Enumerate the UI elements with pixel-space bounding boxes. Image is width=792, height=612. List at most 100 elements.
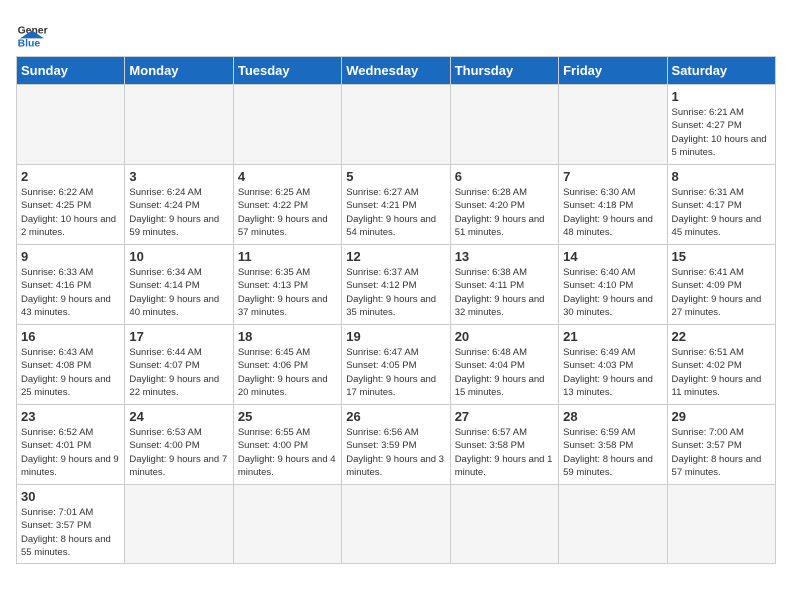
day-info: Sunrise: 6:52 AM Sunset: 4:01 PM Dayligh…: [21, 426, 120, 479]
weekday-header-monday: Monday: [125, 57, 233, 85]
calendar-cell: 21 Sunrise: 6:49 AM Sunset: 4:03 PM Dayli…: [559, 325, 667, 405]
calendar-cell: 9 Sunrise: 6:33 AM Sunset: 4:16 PM Daylig…: [17, 245, 125, 325]
calendar-cell: [559, 85, 667, 165]
day-number: 30: [21, 489, 120, 504]
logo: General Blue: [16, 16, 48, 48]
calendar-cell: 22 Sunrise: 6:51 AM Sunset: 4:02 PM Dayli…: [667, 325, 775, 405]
calendar-cell: [342, 485, 450, 564]
calendar-cell: [125, 485, 233, 564]
calendar-cell: 30Sunrise: 7:01 AM Sunset: 3:57 PM Dayli…: [17, 485, 125, 564]
calendar-cell: 8 Sunrise: 6:31 AM Sunset: 4:17 PM Daylig…: [667, 165, 775, 245]
day-info: Sunrise: 6:53 AM Sunset: 4:00 PM Dayligh…: [129, 426, 228, 479]
calendar-cell: 18 Sunrise: 6:45 AM Sunset: 4:06 PM Dayli…: [233, 325, 341, 405]
calendar-cell: 12Sunrise: 6:37 AM Sunset: 4:12 PM Dayli…: [342, 245, 450, 325]
calendar-table: SundayMondayTuesdayWednesdayThursdayFrid…: [16, 56, 776, 564]
calendar-cell: [342, 85, 450, 165]
calendar-cell: 2Sunrise: 6:22 AM Sunset: 4:25 PM Daylig…: [17, 165, 125, 245]
day-number: 4: [238, 169, 337, 184]
calendar-cell: 1 Sunrise: 6:21 AM Sunset: 4:27 PM Daylig…: [667, 85, 775, 165]
day-info: Sunrise: 6:27 AM Sunset: 4:21 PM Dayligh…: [346, 186, 445, 239]
calendar-cell: [233, 85, 341, 165]
calendar-week-0: 1 Sunrise: 6:21 AM Sunset: 4:27 PM Daylig…: [17, 85, 776, 165]
day-number: 24: [129, 409, 228, 424]
day-number: 29: [672, 409, 771, 424]
calendar-cell: 17 Sunrise: 6:44 AM Sunset: 4:07 PM Dayli…: [125, 325, 233, 405]
weekday-header-saturday: Saturday: [667, 57, 775, 85]
calendar-cell: 28Sunrise: 6:59 AM Sunset: 3:58 PM Dayli…: [559, 405, 667, 485]
day-info: Sunrise: 6:56 AM Sunset: 3:59 PM Dayligh…: [346, 426, 445, 479]
svg-text:Blue: Blue: [18, 38, 41, 48]
day-number: 15: [672, 249, 771, 264]
day-number: 6: [455, 169, 554, 184]
day-info: Sunrise: 6:57 AM Sunset: 3:58 PM Dayligh…: [455, 426, 554, 479]
day-number: 23: [21, 409, 120, 424]
calendar-cell: [667, 485, 775, 564]
day-number: 22: [672, 329, 771, 344]
day-info: Sunrise: 6:21 AM Sunset: 4:27 PM Dayligh…: [672, 106, 771, 159]
calendar-cell: 25Sunrise: 6:55 AM Sunset: 4:00 PM Dayli…: [233, 405, 341, 485]
calendar-cell: 6 Sunrise: 6:28 AM Sunset: 4:20 PM Daylig…: [450, 165, 558, 245]
calendar-cell: [450, 485, 558, 564]
day-info: Sunrise: 6:41 AM Sunset: 4:09 PM Dayligh…: [672, 266, 771, 319]
day-number: 19: [346, 329, 445, 344]
calendar-cell: 26 Sunrise: 6:56 AM Sunset: 3:59 PM Dayli…: [342, 405, 450, 485]
day-number: 18: [238, 329, 337, 344]
calendar-cell: 24 Sunrise: 6:53 AM Sunset: 4:00 PM Dayli…: [125, 405, 233, 485]
day-number: 1: [672, 89, 771, 104]
day-info: Sunrise: 6:33 AM Sunset: 4:16 PM Dayligh…: [21, 266, 120, 319]
calendar-cell: 19 Sunrise: 6:47 AM Sunset: 4:05 PM Dayli…: [342, 325, 450, 405]
day-info: Sunrise: 6:30 AM Sunset: 4:18 PM Dayligh…: [563, 186, 662, 239]
day-info: Sunrise: 6:31 AM Sunset: 4:17 PM Dayligh…: [672, 186, 771, 239]
day-info: Sunrise: 6:40 AM Sunset: 4:10 PM Dayligh…: [563, 266, 662, 319]
calendar-cell: [125, 85, 233, 165]
day-number: 16: [21, 329, 120, 344]
day-number: 17: [129, 329, 228, 344]
weekday-header-wednesday: Wednesday: [342, 57, 450, 85]
weekday-header-tuesday: Tuesday: [233, 57, 341, 85]
day-info: Sunrise: 6:22 AM Sunset: 4:25 PM Dayligh…: [21, 186, 120, 239]
day-number: 27: [455, 409, 554, 424]
day-number: 9: [21, 249, 120, 264]
calendar-cell: 3Sunrise: 6:24 AM Sunset: 4:24 PM Daylig…: [125, 165, 233, 245]
weekday-header-thursday: Thursday: [450, 57, 558, 85]
day-number: 13: [455, 249, 554, 264]
day-number: 14: [563, 249, 662, 264]
calendar-cell: 4 Sunrise: 6:25 AM Sunset: 4:22 PM Daylig…: [233, 165, 341, 245]
day-number: 10: [129, 249, 228, 264]
day-info: Sunrise: 6:55 AM Sunset: 4:00 PM Dayligh…: [238, 426, 337, 479]
day-info: Sunrise: 6:45 AM Sunset: 4:06 PM Dayligh…: [238, 346, 337, 399]
calendar-cell: 5Sunrise: 6:27 AM Sunset: 4:21 PM Daylig…: [342, 165, 450, 245]
day-info: Sunrise: 6:49 AM Sunset: 4:03 PM Dayligh…: [563, 346, 662, 399]
day-number: 8: [672, 169, 771, 184]
weekday-header-row: SundayMondayTuesdayWednesdayThursdayFrid…: [17, 57, 776, 85]
weekday-header-sunday: Sunday: [17, 57, 125, 85]
weekday-header-friday: Friday: [559, 57, 667, 85]
day-number: 26: [346, 409, 445, 424]
calendar-cell: [559, 485, 667, 564]
day-info: Sunrise: 6:51 AM Sunset: 4:02 PM Dayligh…: [672, 346, 771, 399]
calendar-cell: [450, 85, 558, 165]
calendar-cell: [233, 485, 341, 564]
calendar-cell: 7 Sunrise: 6:30 AM Sunset: 4:18 PM Daylig…: [559, 165, 667, 245]
day-info: Sunrise: 6:48 AM Sunset: 4:04 PM Dayligh…: [455, 346, 554, 399]
calendar-week-2: 9 Sunrise: 6:33 AM Sunset: 4:16 PM Daylig…: [17, 245, 776, 325]
day-info: Sunrise: 7:00 AM Sunset: 3:57 PM Dayligh…: [672, 426, 771, 479]
day-number: 21: [563, 329, 662, 344]
day-info: Sunrise: 6:43 AM Sunset: 4:08 PM Dayligh…: [21, 346, 120, 399]
calendar-cell: 29 Sunrise: 7:00 AM Sunset: 3:57 PM Dayli…: [667, 405, 775, 485]
day-info: Sunrise: 6:25 AM Sunset: 4:22 PM Dayligh…: [238, 186, 337, 239]
calendar-cell: [17, 85, 125, 165]
calendar-week-3: 16 Sunrise: 6:43 AM Sunset: 4:08 PM Dayli…: [17, 325, 776, 405]
calendar-cell: 20Sunrise: 6:48 AM Sunset: 4:04 PM Dayli…: [450, 325, 558, 405]
day-info: Sunrise: 6:47 AM Sunset: 4:05 PM Dayligh…: [346, 346, 445, 399]
calendar-week-5: 30Sunrise: 7:01 AM Sunset: 3:57 PM Dayli…: [17, 485, 776, 564]
logo-icon: General Blue: [16, 16, 48, 48]
day-number: 7: [563, 169, 662, 184]
day-info: Sunrise: 6:28 AM Sunset: 4:20 PM Dayligh…: [455, 186, 554, 239]
day-number: 3: [129, 169, 228, 184]
day-info: Sunrise: 6:59 AM Sunset: 3:58 PM Dayligh…: [563, 426, 662, 479]
calendar-cell: 15 Sunrise: 6:41 AM Sunset: 4:09 PM Dayli…: [667, 245, 775, 325]
calendar-cell: 14 Sunrise: 6:40 AM Sunset: 4:10 PM Dayli…: [559, 245, 667, 325]
day-info: Sunrise: 6:44 AM Sunset: 4:07 PM Dayligh…: [129, 346, 228, 399]
day-info: Sunrise: 6:37 AM Sunset: 4:12 PM Dayligh…: [346, 266, 445, 319]
